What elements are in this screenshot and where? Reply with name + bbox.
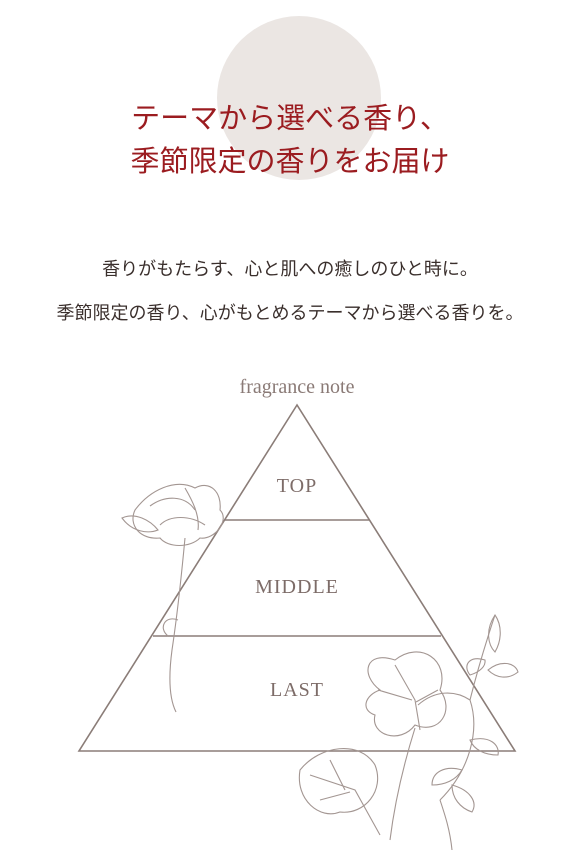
poppy-flower-drawing xyxy=(121,483,224,713)
fragrance-page: テーマから選べる香り、 季節限定の香りをお届け 香りがもたらす、心と肌への癒しの… xyxy=(0,0,580,867)
tier-top-label: TOP xyxy=(276,475,318,497)
fragrance-pyramid-illustration xyxy=(77,403,519,851)
tier-middle-label: MIDDLE xyxy=(255,576,339,598)
leaves-drawing xyxy=(298,614,519,851)
tier-last-label: LAST xyxy=(270,679,324,701)
